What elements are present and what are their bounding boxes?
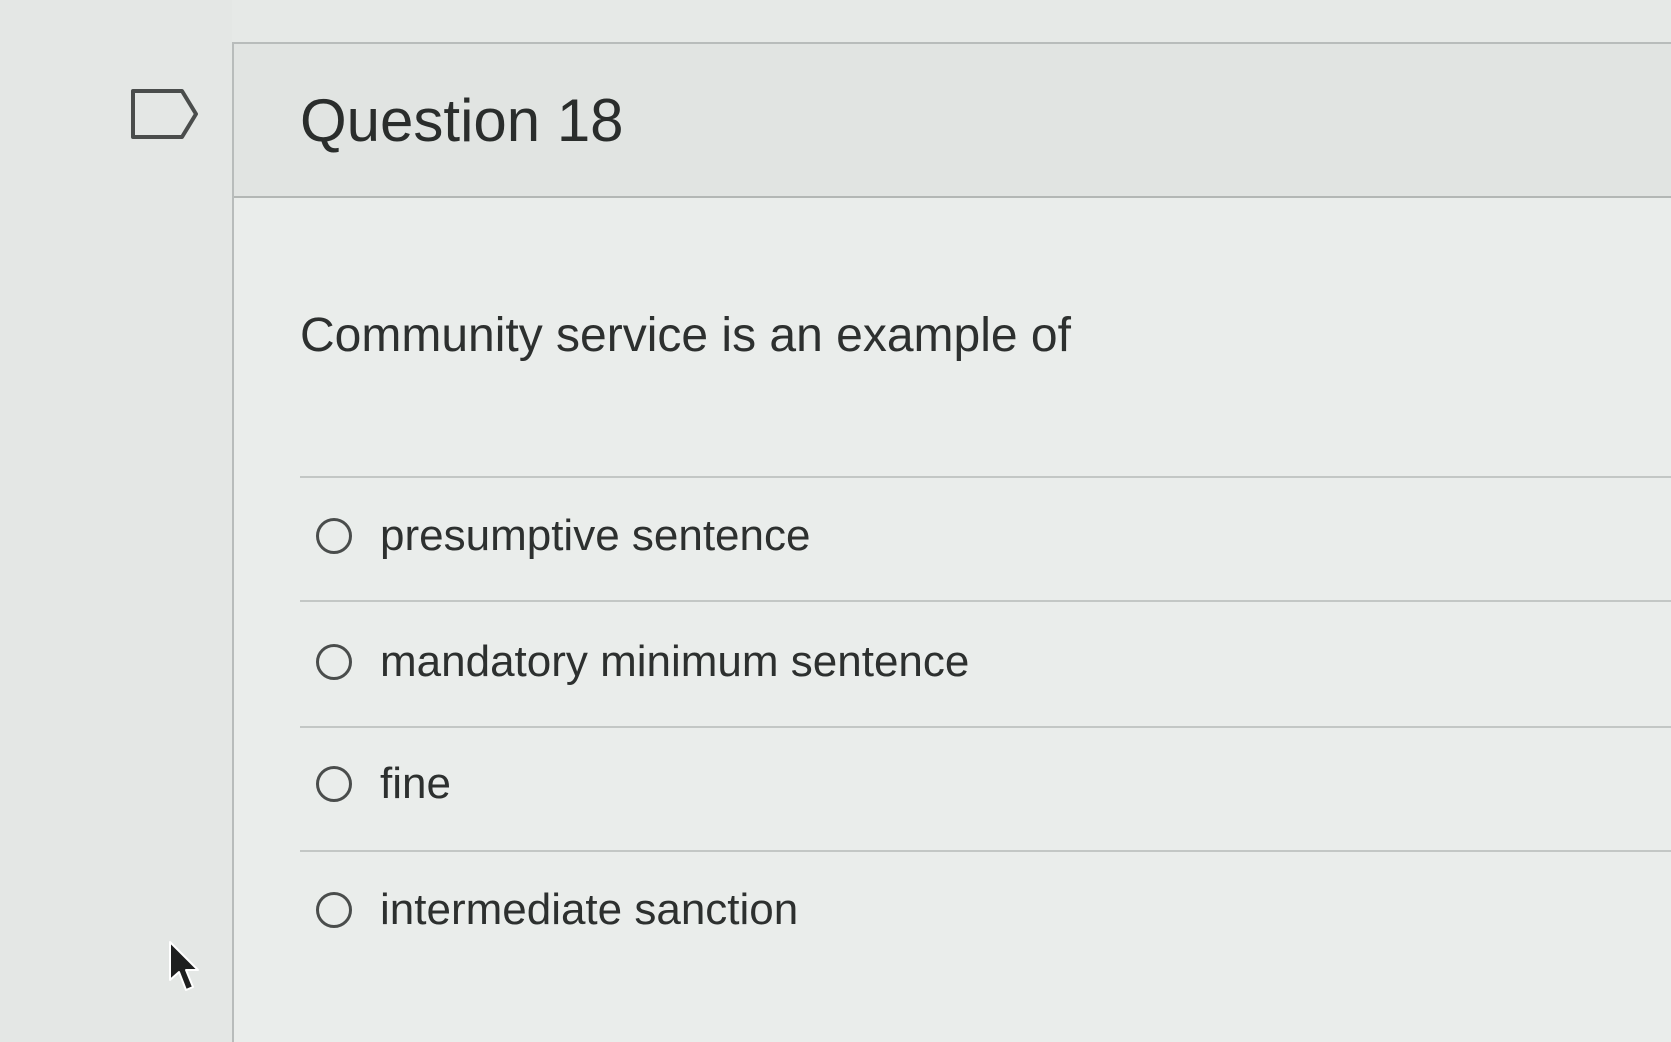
question-title: Question 18 xyxy=(300,87,624,154)
answer-label: intermediate sanction xyxy=(380,885,799,934)
divider xyxy=(300,476,1671,478)
answer-label: mandatory minimum sentence xyxy=(380,637,970,686)
answer-option-presumptive-sentence[interactable]: presumptive sentence xyxy=(316,506,810,566)
answer-option-intermediate-sanction[interactable]: intermediate sanction xyxy=(316,880,798,940)
answer-option-mandatory-minimum-sentence[interactable]: mandatory minimum sentence xyxy=(316,632,969,692)
radio-button[interactable] xyxy=(316,766,352,802)
flag-question-icon[interactable] xyxy=(130,88,200,140)
radio-button[interactable] xyxy=(316,518,352,554)
left-gutter xyxy=(0,0,232,1042)
answer-option-fine[interactable]: fine xyxy=(316,754,451,814)
radio-button[interactable] xyxy=(316,892,352,928)
radio-button[interactable] xyxy=(316,644,352,680)
answer-label: fine xyxy=(380,759,451,808)
question-header: Question 18 xyxy=(234,44,1671,198)
question-card: Question 18 Community service is an exam… xyxy=(232,42,1671,1042)
question-body: Community service is an example of presu… xyxy=(234,198,1671,1042)
mouse-pointer-icon xyxy=(169,941,199,991)
divider xyxy=(300,600,1671,602)
question-prompt: Community service is an example of xyxy=(300,309,1071,362)
quiz-page: Question 18 Community service is an exam… xyxy=(0,0,1671,1042)
answer-label: presumptive sentence xyxy=(380,511,811,560)
divider xyxy=(300,726,1671,728)
divider xyxy=(300,850,1671,852)
